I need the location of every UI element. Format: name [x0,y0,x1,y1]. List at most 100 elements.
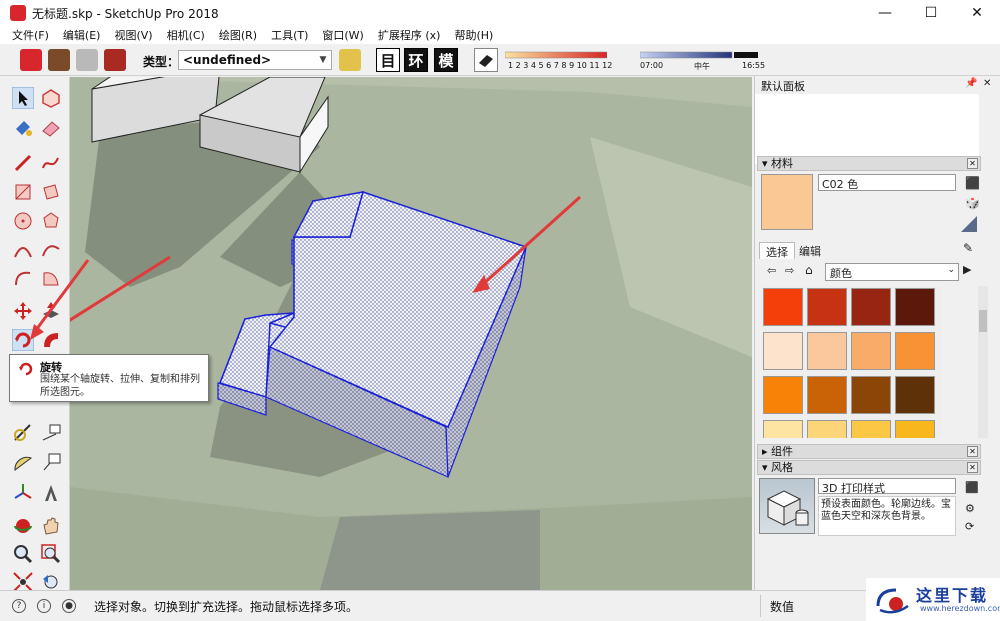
update-style-icon[interactable]: ⬛ [965,481,979,494]
chevron-down-icon: ⌄ [947,265,955,275]
warehouse-icon[interactable] [104,49,126,71]
zoom-window-icon[interactable] [40,543,62,565]
pin-icon[interactable]: 📌 [965,78,977,89]
zoom-icon[interactable] [12,543,34,565]
material-swatch[interactable] [763,288,803,326]
material-swatch[interactable] [895,420,935,438]
user-icon[interactable]: ● [62,599,76,613]
forward-arrow-icon[interactable]: ⇨ [785,264,794,277]
orbit-icon[interactable] [12,515,34,537]
material-swatch[interactable] [851,376,891,414]
material-swatch[interactable] [763,332,803,370]
home-icon[interactable]: ⌂ [805,263,813,277]
polygon-icon[interactable] [40,210,62,232]
model-button[interactable]: 模 [434,48,458,72]
material-swatch[interactable] [851,288,891,326]
type-label: 类型： [143,55,180,69]
tab-edit[interactable]: 编辑 [793,242,827,259]
time-slider[interactable] [640,50,762,60]
material-category-dropdown[interactable]: 颜色 ⌄ [825,263,959,281]
styles-header[interactable]: ▾ 风格 ✕ [757,460,981,475]
environment-button[interactable]: 环 [404,48,428,72]
menu-file[interactable]: 文件(F) [12,27,49,43]
material-name-field[interactable]: C02 色 [818,174,956,191]
material-swatch[interactable] [763,376,803,414]
refresh-icon[interactable]: ⟳ [965,520,974,533]
axes-icon[interactable] [12,482,34,504]
eyedropper-icon[interactable]: ✎ [963,241,973,255]
collapse-icon: ▾ [762,157,772,170]
entity-info-icon[interactable] [48,49,70,71]
close-button[interactable]: ✕ [954,0,1000,26]
3d-viewport[interactable] [70,77,752,590]
circle-icon[interactable] [12,210,34,232]
tape-measure-icon[interactable] [12,422,34,444]
menu-camera[interactable]: 相机(C) [167,27,205,43]
paint-bucket-icon[interactable] [12,117,34,139]
dimension-icon[interactable] [40,422,62,444]
materials-title: 材料 [771,157,794,170]
select-arrow-icon[interactable] [12,87,34,109]
type-dropdown[interactable]: <undefined> ▼ [178,50,332,70]
outliner-button[interactable]: 目 [376,48,400,72]
paint-tag-icon[interactable] [339,49,361,71]
tab-select[interactable]: 选择 [759,242,795,259]
shadow-toggle-icon[interactable] [474,48,498,72]
material-swatch[interactable] [895,288,935,326]
menu-edit[interactable]: 编辑(E) [63,27,101,43]
pan-hand-icon[interactable] [40,515,62,537]
material-swatch[interactable] [807,420,847,438]
rectangle-icon[interactable] [12,181,34,203]
3d-text-icon[interactable] [40,482,62,504]
maximize-button[interactable]: ☐ [908,0,954,26]
watermark-text: 这里下载 [916,586,989,605]
material-swatch[interactable] [807,376,847,414]
menu-tools[interactable]: 工具(T) [271,27,308,43]
components-header[interactable]: ▸ 组件 ✕ [757,444,981,459]
rotated-rectangle-icon[interactable] [40,181,62,203]
material-swatch[interactable] [807,332,847,370]
materials-header[interactable]: ▾ 材料 ✕ [757,156,981,171]
minimize-button[interactable]: — [862,0,908,26]
sample-paint-icon[interactable] [961,216,977,232]
material-swatch[interactable] [763,420,803,438]
month-slider[interactable] [505,50,607,60]
components-icon[interactable] [76,49,98,71]
freehand-icon[interactable] [40,152,62,174]
line-pencil-icon[interactable] [12,152,34,174]
sketchup-app-icon [10,5,26,21]
menu-help[interactable]: 帮助(H) [454,27,493,43]
display-secondary-icon[interactable]: ⬛ [965,176,980,190]
material-swatch[interactable] [851,332,891,370]
geo-location-icon[interactable]: ? [12,599,26,613]
make-component-icon[interactable] [40,87,62,109]
details-arrow-icon[interactable]: ▶ [963,263,971,276]
styles-close-icon[interactable]: ✕ [967,462,978,473]
material-swatch[interactable] [895,332,935,370]
back-arrow-icon[interactable]: ⇦ [767,264,776,277]
tray-close-icon[interactable]: ✕ [983,78,991,89]
scene-canvas[interactable] [70,77,752,590]
model-info-icon[interactable] [20,49,42,71]
menu-window[interactable]: 窗口(W) [322,27,363,43]
eraser-icon[interactable] [40,117,62,139]
menu-extensions[interactable]: 扩展程序 (x) [378,27,441,43]
material-swatch[interactable] [895,376,935,414]
scroll-thumb[interactable] [979,310,987,332]
materials-close-icon[interactable]: ✕ [967,158,978,169]
type-value: <undefined> [183,53,272,67]
protractor-icon[interactable] [12,452,34,474]
window-controls: — ☐ ✕ [862,0,1000,26]
menu-draw[interactable]: 绘图(R) [219,27,257,43]
create-material-icon[interactable]: 🎲 [965,196,980,210]
material-swatch[interactable] [807,288,847,326]
info-icon[interactable]: i [37,599,51,613]
components-close-icon[interactable]: ✕ [967,446,978,457]
style-name-field[interactable]: 3D 打印样式 [818,478,956,495]
swatch-scrollbar[interactable] [978,286,988,438]
text-icon[interactable] [40,452,62,474]
menu-view[interactable]: 视图(V) [114,27,152,43]
month-scale-label: 1 2 3 4 5 6 7 8 9 10 11 12 [508,61,613,70]
material-swatch[interactable] [851,420,891,438]
create-style-icon[interactable]: ⚙ [965,502,975,515]
